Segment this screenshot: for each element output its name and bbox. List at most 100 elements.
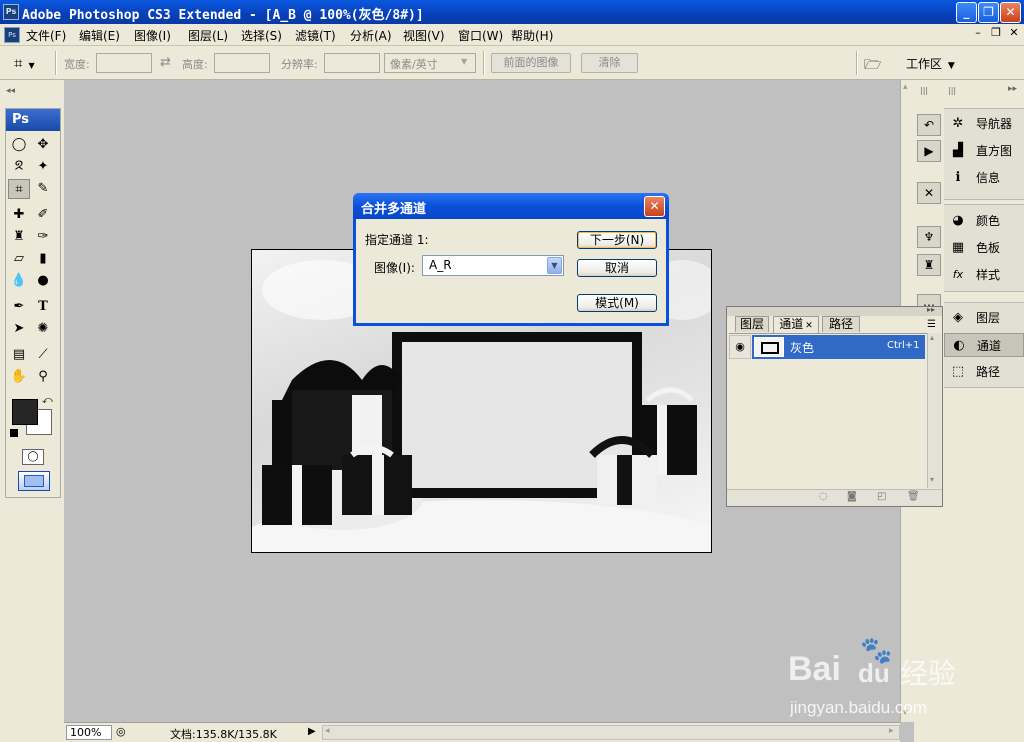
magic-wand-icon[interactable]: ✦ xyxy=(32,157,54,177)
channels-scrollbar[interactable]: ▴ ▾ xyxy=(927,333,941,488)
panel-menu-icon[interactable]: ☰ xyxy=(927,319,936,330)
swatches-panel-tab[interactable]: ▦ 色板 xyxy=(944,236,1024,260)
menu-help[interactable]: 帮助(H) xyxy=(511,27,553,44)
eyedropper-icon[interactable]: ⟋ xyxy=(32,345,54,365)
visibility-eye-icon[interactable]: ◉ xyxy=(729,335,751,359)
dialog-close-button[interactable]: ✕ xyxy=(644,196,665,217)
actions-panel-icon[interactable]: ▶ xyxy=(917,140,941,162)
pen-tool-icon[interactable]: ✒ xyxy=(8,297,30,317)
clone-source-icon[interactable]: ♜ xyxy=(917,254,941,276)
foreground-color-swatch-top[interactable] xyxy=(12,399,38,425)
gradient-tool-icon[interactable]: ▮ xyxy=(32,249,54,269)
notes-tool-icon[interactable]: ▤ xyxy=(8,345,30,365)
menu-edit[interactable]: 编辑(E) xyxy=(79,27,120,44)
front-image-button[interactable]: 前面的图像 xyxy=(491,53,571,73)
tab-layers[interactable]: 图层 xyxy=(735,316,769,332)
swap-icon[interactable]: ⇄ xyxy=(160,55,171,70)
status-settings-icon[interactable]: ◎ xyxy=(116,725,126,738)
elliptical-marquee-icon[interactable]: ◯ xyxy=(8,135,30,155)
menu-file[interactable]: 文件(F) xyxy=(26,27,66,44)
file-browser-icon[interactable]: 🗁 xyxy=(864,54,881,78)
color-panel-tab[interactable]: ◕ 颜色 xyxy=(944,209,1024,233)
crop-tool-icon[interactable]: ⌗ xyxy=(8,179,30,199)
zoom-tool-icon[interactable]: ⚲ xyxy=(32,367,54,387)
clone-stamp-icon[interactable]: ♜ xyxy=(8,227,30,247)
info-panel-tab[interactable]: ℹ 信息 xyxy=(944,166,1024,190)
save-selection-icon[interactable]: ◙ xyxy=(847,491,857,502)
paths-panel-tab[interactable]: ⬚ 路径 xyxy=(944,360,1024,384)
menu-view[interactable]: 视图(V) xyxy=(403,27,445,44)
mode-button[interactable]: 模式(M) xyxy=(577,294,657,312)
photoshop-app-icon[interactable]: Ps xyxy=(3,4,19,20)
brush-tool-icon[interactable]: ✐ xyxy=(32,205,54,225)
tab-channels[interactable]: 通道 ✕ xyxy=(773,316,819,333)
doc-close-icon[interactable]: ✕ xyxy=(1006,26,1022,39)
custom-shape-icon[interactable]: ✺ xyxy=(32,319,54,339)
slice-tool-icon[interactable]: ✎ xyxy=(32,179,54,199)
trash-icon[interactable]: 🗑 xyxy=(907,491,920,502)
unit-select[interactable]: 像素/英寸 ▼ xyxy=(384,53,476,73)
channels-panel-tab[interactable]: ◐ 通道 xyxy=(944,333,1024,357)
lasso-tool-icon[interactable]: ᘝ xyxy=(8,157,30,177)
expand-panel-icon[interactable]: ▸▸ xyxy=(927,305,935,314)
eraser-icon[interactable]: ▱ xyxy=(8,249,30,269)
scroll-up-icon[interactable]: ▴ xyxy=(903,82,908,92)
chevron-down-icon[interactable]: ▼ xyxy=(547,257,562,274)
styles-panel-tab[interactable]: fx 样式 xyxy=(944,263,1024,287)
dialog-title-bar[interactable]: 合并多通道 ✕ xyxy=(353,193,669,219)
layers-panel-tab[interactable]: ◈ 图层 xyxy=(944,306,1024,330)
healing-brush-icon[interactable]: ✚ xyxy=(8,205,30,225)
doc-restore-icon[interactable]: ❐ xyxy=(988,26,1004,39)
blur-tool-icon[interactable]: 💧 xyxy=(8,271,30,291)
menu-filter[interactable]: 滤镜(T) xyxy=(295,27,336,44)
expand-dock-icon[interactable]: ▸▸ xyxy=(1008,84,1017,94)
resolution-input[interactable] xyxy=(324,53,380,73)
tool-presets-icon[interactable]: ✕ xyxy=(917,182,941,204)
collapse-icon[interactable]: ◂◂ xyxy=(6,86,15,96)
doc-minimize-icon[interactable]: – xyxy=(970,26,986,39)
scroll-left-icon[interactable]: ◂ xyxy=(325,726,330,736)
minimize-button[interactable]: _ xyxy=(956,2,977,23)
document-icon[interactable]: Ps xyxy=(4,27,20,43)
panel-title-strip[interactable]: ▸▸ xyxy=(727,305,942,316)
close-window-button[interactable]: ✕ xyxy=(1000,2,1021,23)
width-input[interactable] xyxy=(96,53,152,73)
next-button[interactable]: 下一步(N) xyxy=(577,231,657,249)
menu-select[interactable]: 选择(S) xyxy=(241,27,282,44)
tab-paths[interactable]: 路径 xyxy=(822,316,860,332)
workspace-menu[interactable]: 工作区 ▼ xyxy=(906,55,955,72)
histogram-panel-tab[interactable]: ▟ 直方图 xyxy=(944,139,1024,163)
hand-tool-icon[interactable]: ✋ xyxy=(8,367,30,387)
navigator-panel-tab[interactable]: ✲ 导航器 xyxy=(944,112,1024,136)
dock-grip-icon[interactable]: ||| xyxy=(948,86,956,95)
channel-row-gray[interactable]: 灰色 Ctrl+1 xyxy=(752,335,925,359)
history-brush-icon[interactable]: ✑ xyxy=(32,227,54,247)
scroll-right-icon[interactable]: ▸ xyxy=(889,726,894,736)
scroll-down-icon[interactable]: ▾ xyxy=(930,475,934,484)
cancel-button[interactable]: 取消 xyxy=(577,259,657,277)
horizontal-scrollbar[interactable]: ◂ ▸ xyxy=(322,725,900,740)
load-selection-icon[interactable]: ◌ xyxy=(819,491,828,502)
new-channel-icon[interactable]: ◰ xyxy=(877,491,886,502)
swap-colors-icon[interactable]: ⤺ xyxy=(42,395,53,406)
dodge-tool-icon[interactable]: ● xyxy=(32,271,54,291)
screen-mode-icon[interactable] xyxy=(18,471,50,491)
quick-mask-icon[interactable]: ◯ xyxy=(22,449,44,465)
type-tool-icon[interactable]: T xyxy=(32,297,54,317)
menu-window[interactable]: 窗口(W) xyxy=(458,27,503,44)
height-input[interactable] xyxy=(214,53,270,73)
close-tab-icon[interactable]: ✕ xyxy=(805,321,813,331)
zoom-level-field[interactable]: 100% xyxy=(66,725,112,740)
clear-button[interactable]: 清除 xyxy=(581,53,638,73)
menu-analysis[interactable]: 分析(A) xyxy=(350,27,392,44)
history-panel-icon[interactable]: ↶ xyxy=(917,114,941,136)
scroll-up-icon[interactable]: ▴ xyxy=(930,333,934,342)
path-selection-icon[interactable]: ➤ xyxy=(8,319,30,339)
menu-image[interactable]: 图像(I) xyxy=(134,27,171,44)
brushes-panel-icon[interactable]: ♆ xyxy=(917,226,941,248)
menu-layer[interactable]: 图层(L) xyxy=(188,27,228,44)
move-tool-icon[interactable]: ✥ xyxy=(32,135,54,155)
restore-button[interactable]: ❐ xyxy=(978,2,999,23)
dock-grip-icon[interactable]: ||| xyxy=(920,86,928,95)
image-select[interactable]: A_R ▼ xyxy=(422,255,564,276)
